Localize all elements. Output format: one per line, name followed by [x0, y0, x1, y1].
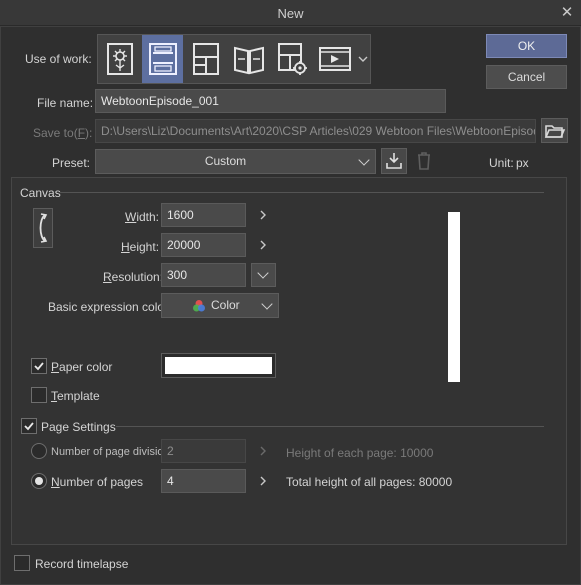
- number-of-pages-label: Number of pages: [51, 475, 143, 489]
- page-settings-icon: [277, 43, 307, 75]
- page-settings-label: Page Settings: [41, 420, 116, 434]
- rotate-icon: [39, 213, 48, 243]
- ok-button[interactable]: OK: [486, 34, 567, 58]
- use-of-work-illustration[interactable]: [99, 35, 140, 83]
- comic-icon: [192, 43, 219, 75]
- width-input[interactable]: 1600: [161, 203, 246, 227]
- paper-color-swatch: [165, 357, 272, 374]
- use-of-work-page-settings[interactable]: [271, 35, 312, 83]
- resolution-label-rest: esolution:: [111, 270, 164, 284]
- file-name-label: File name:: [37, 96, 94, 110]
- paper-color-checkbox[interactable]: [31, 358, 47, 374]
- animation-icon: [318, 47, 351, 71]
- chevron-down-icon: [257, 267, 269, 279]
- height-label-rest: eight:: [129, 240, 160, 254]
- height-each-page-info: Height of each page: 10000: [286, 446, 434, 460]
- browse-folder-button[interactable]: [541, 118, 568, 143]
- trash-icon: [418, 152, 430, 170]
- use-of-work-more[interactable]: [356, 52, 370, 66]
- chevron-down-icon: [261, 297, 273, 310]
- save-to-label-prefix: Save to(: [33, 126, 78, 140]
- number-of-pages-input[interactable]: 4: [161, 469, 246, 493]
- unit-value: px: [516, 156, 529, 170]
- cancel-button[interactable]: Cancel: [486, 65, 567, 89]
- unit-label: Unit:: [489, 156, 514, 170]
- basic-expression-color-value: Color: [211, 298, 240, 312]
- width-label-rest: idth:: [136, 210, 160, 224]
- resolution-label-key: R: [103, 270, 112, 284]
- number-of-pages-label-key: N: [51, 475, 60, 489]
- swap-orientation-button[interactable]: [33, 208, 53, 248]
- save-to-label: Save to(F):: [33, 126, 92, 140]
- webtoon-icon: [148, 43, 177, 75]
- page-divisions-label: Number of page divisions: [51, 446, 176, 458]
- page-settings-checkbox[interactable]: [21, 418, 37, 434]
- template-checkbox[interactable]: [31, 387, 47, 403]
- window-title: New: [277, 6, 304, 21]
- use-of-work-webtoon[interactable]: [142, 35, 183, 83]
- preset-value: Custom: [204, 154, 247, 168]
- resolution-input[interactable]: 300: [161, 263, 246, 287]
- color-mode-icon: [193, 300, 205, 312]
- save-to-label-key: F: [77, 126, 86, 140]
- paper-color-swatch-button[interactable]: [161, 353, 276, 378]
- save-preset-icon: [386, 153, 402, 169]
- file-name-input[interactable]: WebtoonEpisode_001: [95, 89, 446, 113]
- delete-preset-button[interactable]: [414, 150, 434, 172]
- canvas-preview: [448, 212, 460, 382]
- save-to-path: D:\Users\Liz\Documents\Art\2020\CSP Arti…: [95, 119, 536, 143]
- canvas-divider: [60, 192, 544, 193]
- paper-color-label: Paper color: [51, 360, 112, 374]
- use-of-work-book[interactable]: [228, 35, 269, 83]
- checkmark-icon: [24, 422, 34, 431]
- template-label: Template: [51, 389, 100, 403]
- height-expand-arrow-icon[interactable]: [256, 238, 270, 252]
- use-of-work-label: Use of work:: [25, 52, 92, 66]
- height-label: Height:: [121, 240, 159, 254]
- preset-label: Preset:: [52, 156, 91, 170]
- height-input[interactable]: 20000: [161, 233, 246, 257]
- page-settings-divider: [116, 426, 544, 427]
- total-height-info: Total height of all pages: 80000: [286, 475, 453, 489]
- resolution-label: Resolution:: [103, 270, 163, 284]
- record-timelapse-checkbox[interactable]: [14, 555, 30, 571]
- canvas-section-title: Canvas: [20, 186, 61, 200]
- template-label-rest: emplate: [57, 389, 100, 403]
- folder-open-icon: [544, 125, 565, 138]
- width-label-key: W: [125, 210, 137, 224]
- radio-selected-dot: [35, 477, 43, 485]
- basic-expression-color-dropdown[interactable]: Color: [161, 293, 279, 318]
- number-of-pages-label-rest: umber of pages: [59, 475, 144, 489]
- page-divisions-arrow-icon: [260, 446, 266, 456]
- close-icon: ✕: [560, 4, 574, 21]
- use-of-work-comic[interactable]: [185, 35, 226, 83]
- checkmark-icon: [34, 362, 44, 371]
- height-label-key: H: [121, 240, 130, 254]
- page-divisions-radio[interactable]: [31, 443, 47, 459]
- basic-expression-color-label: Basic expression color:: [48, 300, 172, 314]
- paper-color-label-key: P: [51, 360, 60, 374]
- record-timelapse-label: Record timelapse: [35, 557, 129, 571]
- width-expand-arrow-icon[interactable]: [256, 208, 270, 222]
- number-of-pages-arrow-icon[interactable]: [256, 474, 270, 488]
- use-of-work-animation[interactable]: [314, 35, 355, 83]
- illustration-icon: [106, 43, 133, 75]
- chevron-down-icon: [358, 153, 370, 166]
- save-preset-button[interactable]: [381, 148, 407, 174]
- chevron-down-icon: [358, 56, 368, 62]
- resolution-dropdown-button[interactable]: [251, 263, 276, 287]
- number-of-pages-radio[interactable]: [31, 473, 47, 489]
- preset-dropdown[interactable]: Custom: [95, 149, 376, 174]
- save-to-label-suffix: ):: [85, 126, 93, 140]
- book-icon: [233, 46, 264, 75]
- width-label: Width:: [125, 210, 159, 224]
- close-button[interactable]: ✕: [558, 4, 576, 22]
- paper-color-label-rest: aper color: [59, 360, 113, 374]
- page-divisions-input: 2: [161, 439, 246, 463]
